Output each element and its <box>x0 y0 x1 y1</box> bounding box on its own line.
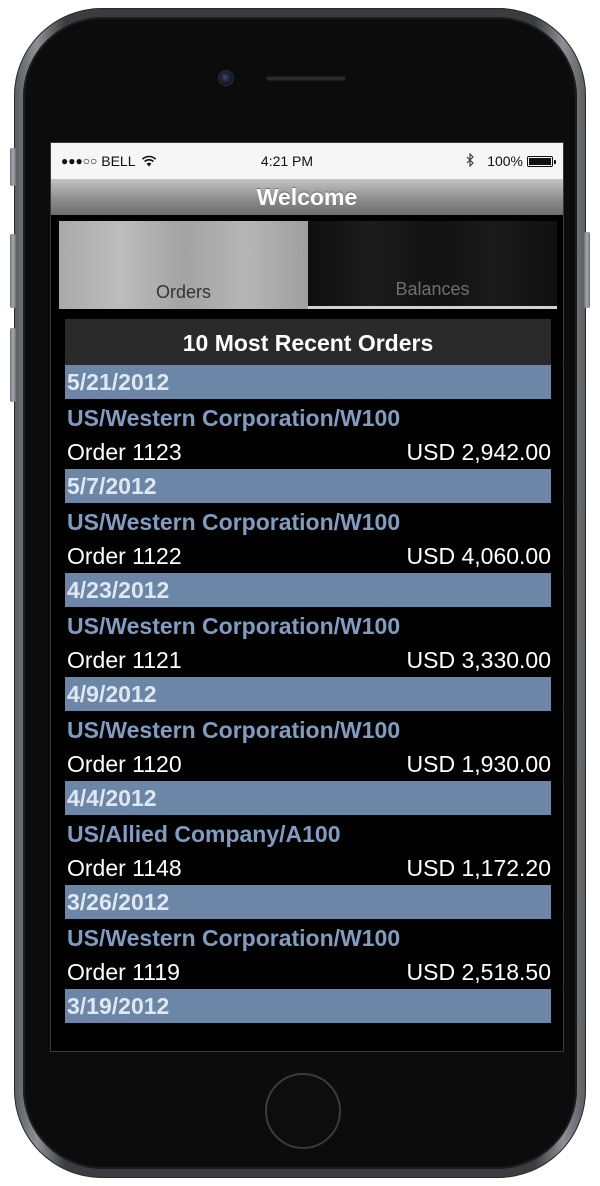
order-date: 4/23/2012 <box>65 573 551 607</box>
tab-bar: Orders Balances <box>59 221 557 309</box>
order-number: Order 1119 <box>67 959 180 985</box>
tab-label: Orders <box>155 282 211 302</box>
order-number: Order 1121 <box>67 647 182 673</box>
order-amount: USD 4,060.00 <box>406 543 551 569</box>
order-date: 3/26/2012 <box>65 885 551 919</box>
clock: 4:21 PM <box>260 153 314 169</box>
order-date: 3/19/2012 <box>65 989 551 1023</box>
battery-fill <box>529 157 551 165</box>
order-date: 4/9/2012 <box>65 677 551 711</box>
order-company[interactable]: US/Western Corporation/W100 <box>65 399 551 435</box>
order-date: 5/7/2012 <box>65 469 551 503</box>
volume-up-button <box>10 234 16 308</box>
volume-down-button <box>10 328 16 402</box>
home-button[interactable] <box>265 1073 341 1149</box>
orders-list: 10 Most Recent Orders 5/21/2012 US/Weste… <box>65 319 551 1051</box>
earpiece-speaker <box>266 76 346 81</box>
order-number: Order 1148 <box>67 855 182 881</box>
order-date: 5/21/2012 <box>65 365 551 399</box>
list-item[interactable]: Order 1123 USD 2,942.00 <box>65 435 551 469</box>
order-company[interactable]: US/Western Corporation/W100 <box>65 711 551 747</box>
battery-tip <box>554 159 556 164</box>
front-camera <box>218 70 234 86</box>
status-right: 100% <box>393 152 556 170</box>
order-number: Order 1122 <box>67 543 182 569</box>
bluetooth-icon <box>466 152 475 170</box>
tab-balances[interactable]: Balances <box>308 221 557 309</box>
list-item[interactable]: Order 1122 USD 4,060.00 <box>65 539 551 573</box>
order-amount: USD 1,172.20 <box>406 855 551 881</box>
order-company[interactable]: US/Western Corporation/W100 <box>65 919 551 955</box>
order-date: 4/4/2012 <box>65 781 551 815</box>
carrier-name: BELL <box>101 153 136 169</box>
page-title: Welcome <box>51 179 563 215</box>
order-company[interactable]: US/Western Corporation/W100 <box>65 607 551 643</box>
list-item[interactable]: Order 1119 USD 2,518.50 <box>65 955 551 989</box>
order-company[interactable]: US/Western Corporation/W100 <box>65 503 551 539</box>
tab-orders[interactable]: Orders <box>59 221 308 309</box>
tab-label: Balances <box>395 279 470 299</box>
status-bar: ●●●○○ BELL 4:21 PM 100% <box>51 143 563 179</box>
order-amount: USD 3,330.00 <box>406 647 551 673</box>
wifi-icon <box>141 155 156 167</box>
order-number: Order 1123 <box>67 439 182 465</box>
list-item[interactable]: Order 1121 USD 3,330.00 <box>65 643 551 677</box>
app-screen: ●●●○○ BELL 4:21 PM 100% Welcome Orders B… <box>50 142 564 1052</box>
order-number: Order 1120 <box>67 751 182 777</box>
order-company[interactable]: US/Allied Company/A100 <box>65 815 551 851</box>
signal-strength-icon: ●●●○○ <box>61 154 98 168</box>
order-amount: USD 2,942.00 <box>406 439 551 465</box>
battery-icon <box>527 155 556 167</box>
order-amount: USD 2,518.50 <box>406 959 551 985</box>
power-button <box>584 232 590 308</box>
list-item[interactable]: Order 1148 USD 1,172.20 <box>65 851 551 885</box>
battery-percent: 100% <box>487 153 523 169</box>
orders-list-title: 10 Most Recent Orders <box>65 319 551 365</box>
order-amount: USD 1,930.00 <box>406 751 551 777</box>
list-item[interactable]: Order 1120 USD 1,930.00 <box>65 747 551 781</box>
mute-switch <box>10 148 16 186</box>
